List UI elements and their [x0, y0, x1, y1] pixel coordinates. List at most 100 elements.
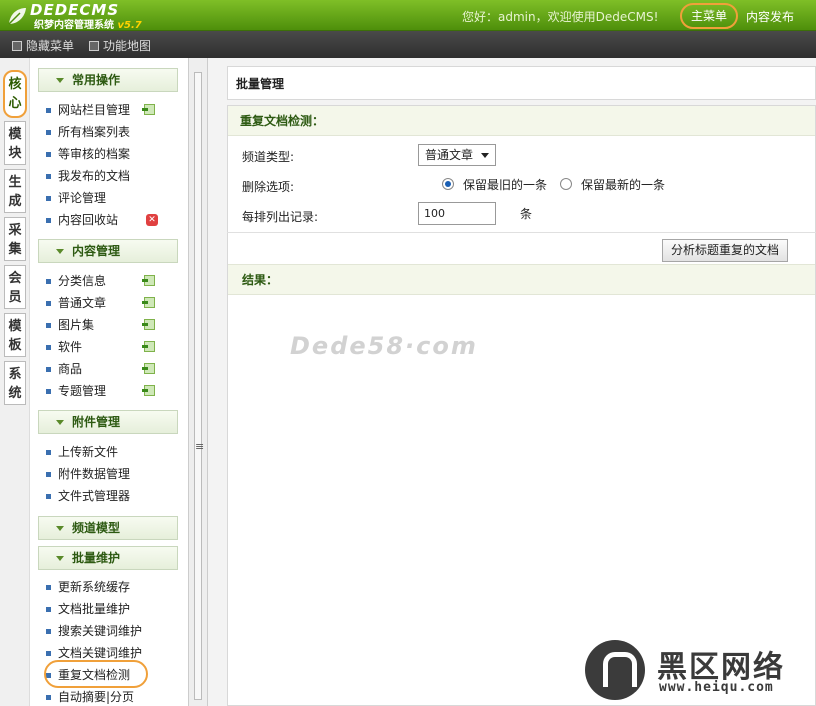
bullet-icon: [46, 196, 51, 201]
sidebar-item-column-manage[interactable]: 网站栏目管理: [46, 101, 130, 119]
add-icon[interactable]: [142, 363, 155, 374]
group-content-manage[interactable]: 内容管理: [38, 239, 178, 263]
channel-type-select[interactable]: 普通文章: [418, 144, 496, 166]
sidebar-item-gallery[interactable]: 图片集: [46, 316, 94, 334]
left-tab-strip: 核心 模块 生成 采集 会员 模板 系统: [0, 58, 30, 706]
sidebar-item-pending[interactable]: 等审核的档案: [46, 145, 130, 163]
sidebar-item-label: 分类信息: [58, 274, 107, 288]
divider: [227, 232, 816, 233]
sidebar-item-update-cache[interactable]: 更新系统缓存: [46, 578, 130, 596]
chevron-down-icon: [56, 556, 64, 561]
add-icon[interactable]: [142, 385, 155, 396]
function-map-button[interactable]: 功能地图: [89, 37, 151, 54]
keep-oldest-label[interactable]: 保留最旧的一条: [463, 176, 547, 193]
content-publish-link[interactable]: 内容发布: [746, 8, 794, 25]
bullet-icon: [46, 472, 51, 477]
add-icon[interactable]: [142, 104, 155, 115]
tab-members[interactable]: 会员: [4, 265, 26, 309]
delete-icon[interactable]: ✕: [146, 214, 158, 226]
bullet-icon: [46, 651, 51, 656]
tab-collect[interactable]: 采集: [4, 217, 26, 261]
bullet-icon: [46, 695, 51, 700]
sidebar-item-comments[interactable]: 评论管理: [46, 189, 106, 207]
greeting-text: 您好：admin，欢迎使用DedeCMS!: [462, 10, 659, 24]
sidebar-item-label: 软件: [58, 340, 83, 354]
main-content: 批量管理 重复文档检测： 频道类型: 删除选项: 每排列出记录: 普通文章 保留…: [208, 58, 816, 706]
group-title: 内容管理: [72, 244, 121, 258]
drag-handle-icon[interactable]: ≡: [195, 440, 204, 453]
sidebar-item-batch-docs[interactable]: 文档批量维护: [46, 600, 130, 618]
group-channel-model[interactable]: 频道模型: [38, 516, 178, 540]
top-bar: DEDECMS 织梦内容管理系统 v5.7 您好：admin，欢迎使用DedeC…: [0, 0, 816, 31]
sidebar-item-label: 附件数据管理: [58, 467, 131, 481]
logo: DEDECMS 织梦内容管理系统 v5.7: [6, 1, 156, 31]
sidebar-item-goods[interactable]: 商品: [46, 360, 82, 378]
group-attachments[interactable]: 附件管理: [38, 410, 178, 434]
add-icon[interactable]: [142, 341, 155, 352]
sub-toolbar: 隐藏菜单 功能地图: [0, 31, 816, 58]
sidebar-item-label: 专题管理: [58, 384, 107, 398]
keep-oldest-radio[interactable]: [442, 178, 454, 190]
sidebar-item-label: 我发布的文档: [58, 169, 131, 183]
bullet-icon: [46, 130, 51, 135]
splitter-grip[interactable]: [194, 72, 202, 700]
sidebar-item-topics[interactable]: 专题管理: [46, 382, 106, 400]
chevron-down-icon: [481, 153, 489, 158]
tab-system[interactable]: 系统: [4, 361, 26, 405]
keep-newest-radio[interactable]: [560, 178, 572, 190]
section-title: 重复文档检测：: [228, 106, 815, 136]
bullet-icon: [46, 301, 51, 306]
sidebar-item-my-docs[interactable]: 我发布的文档: [46, 167, 130, 185]
sidebar-item-classified[interactable]: 分类信息: [46, 272, 106, 290]
group-title: 频道模型: [72, 521, 121, 535]
sidebar-item-search-keywords[interactable]: 搜索关键词维护: [46, 622, 142, 640]
keep-newest-label[interactable]: 保留最新的一条: [581, 176, 665, 193]
chevron-down-icon: [56, 249, 64, 254]
bullet-icon: [46, 389, 51, 394]
group-title: 批量维护: [72, 551, 121, 565]
add-icon[interactable]: [142, 297, 155, 308]
add-icon[interactable]: [142, 319, 155, 330]
chevron-down-icon: [56, 420, 64, 425]
grid-icon: [89, 40, 99, 51]
sidebar-item-upload[interactable]: 上传新文件: [46, 443, 118, 461]
sidebar-item-software[interactable]: 软件: [46, 338, 82, 356]
sidebar-item-recycle[interactable]: 内容回收站: [46, 211, 118, 229]
tab-generate[interactable]: 生成: [4, 169, 26, 213]
analyze-duplicates-button[interactable]: 分析标题重复的文档: [662, 239, 788, 262]
sidebar-item-label: 网站栏目管理: [58, 103, 131, 117]
group-common-ops[interactable]: 常用操作: [38, 68, 178, 92]
per-row-input[interactable]: 100: [418, 202, 496, 225]
chevron-down-icon: [56, 78, 64, 83]
sidebar-item-article[interactable]: 普通文章: [46, 294, 106, 312]
hide-menu-label: 隐藏菜单: [26, 39, 75, 53]
group-batch-maintain[interactable]: 批量维护: [38, 546, 178, 570]
hide-menu-icon: [12, 40, 22, 51]
result-title: 结果：: [228, 264, 815, 295]
channel-type-value: 普通文章: [425, 148, 474, 162]
sidebar-item-label: 评论管理: [58, 191, 107, 205]
sidebar-item-file-manager[interactable]: 文件式管理器: [46, 487, 130, 505]
leaf-icon: [8, 8, 26, 25]
main-menu-button[interactable]: 主菜单: [680, 3, 738, 29]
chevron-down-icon: [56, 526, 64, 531]
logo-sub-text: 织梦内容管理系统: [34, 20, 114, 31]
tab-core[interactable]: 核心: [3, 70, 27, 118]
bullet-icon: [46, 494, 51, 499]
add-icon[interactable]: [142, 275, 155, 286]
sidebar-item-auto-summary[interactable]: 自动摘要|分页: [46, 688, 134, 706]
bullet-icon: [46, 279, 51, 284]
bullet-icon: [46, 450, 51, 455]
sidebar-item-label: 内容回收站: [58, 213, 119, 227]
bullet-icon: [46, 345, 51, 350]
sidebar-item-all-archives[interactable]: 所有档案列表: [46, 123, 130, 141]
group-title: 常用操作: [72, 73, 121, 87]
sidebar-item-attach-data[interactable]: 附件数据管理: [46, 465, 130, 483]
hide-menu-button[interactable]: 隐藏菜单: [12, 37, 74, 54]
tab-templates[interactable]: 模板: [4, 313, 26, 357]
sidebar-item-label: 等审核的档案: [58, 147, 131, 161]
tab-modules[interactable]: 模块: [4, 121, 26, 165]
sidebar-splitter[interactable]: ≡: [188, 58, 208, 706]
sidebar-item-label: 搜索关键词维护: [58, 624, 143, 638]
watermark: Dede58·com: [290, 332, 478, 360]
